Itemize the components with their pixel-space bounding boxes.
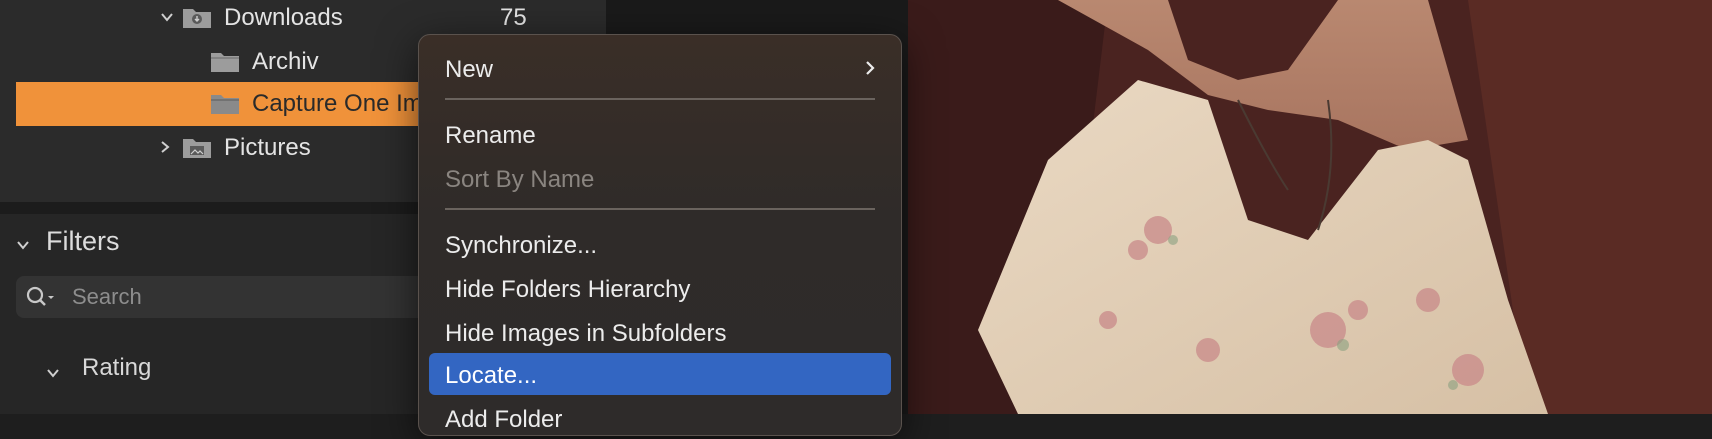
tree-item-label: Capture One Im	[252, 90, 423, 117]
menu-item-add-folder[interactable]: Add Folder	[429, 397, 891, 439]
chevron-right-icon	[866, 61, 875, 75]
search-icon[interactable]	[26, 286, 58, 308]
search-input[interactable]	[72, 276, 472, 318]
tree-item-label: Archiv	[252, 48, 319, 75]
context-menu: New Rename Sort By Name Synchronize... H…	[418, 34, 902, 436]
photo-image	[908, 0, 1712, 414]
menu-item-label: Locate...	[445, 362, 538, 389]
chevron-down-icon[interactable]	[16, 238, 30, 252]
folder-icon	[211, 53, 239, 72]
rating-filter-label[interactable]: Rating	[82, 354, 151, 382]
menu-item-locate[interactable]: Locate...	[429, 353, 891, 395]
filters-title[interactable]: Filters	[46, 226, 120, 257]
image-count: 75	[500, 4, 527, 31]
pictures-folder-icon	[183, 139, 211, 158]
menu-item-label: Add Folder	[445, 406, 563, 433]
chevron-right-icon[interactable]	[158, 140, 172, 154]
menu-item-label: New	[445, 56, 494, 83]
tree-item-label: Pictures	[224, 134, 311, 161]
menu-item-rename[interactable]: Rename	[429, 113, 891, 155]
menu-item-new[interactable]: New	[429, 47, 891, 89]
chevron-down-icon[interactable]	[160, 10, 174, 24]
menu-item-label: Hide Images in Subfolders	[445, 320, 727, 347]
menu-item-sort-by-name: Sort By Name	[429, 157, 891, 199]
image-preview[interactable]	[908, 0, 1712, 414]
menu-item-label: Synchronize...	[445, 232, 598, 259]
tree-item-label: Downloads	[224, 4, 343, 31]
downloads-folder-icon	[183, 9, 211, 28]
menu-item-hide-folders-hierarchy[interactable]: Hide Folders Hierarchy	[429, 267, 891, 309]
menu-item-label: Sort By Name	[445, 166, 595, 193]
folder-icon	[211, 95, 239, 114]
chevron-down-icon[interactable]	[46, 366, 60, 380]
menu-item-label: Hide Folders Hierarchy	[445, 276, 691, 303]
menu-item-hide-images-in-subfolders[interactable]: Hide Images in Subfolders	[429, 311, 891, 353]
menu-separator	[445, 208, 875, 210]
menu-item-synchronize[interactable]: Synchronize...	[429, 223, 891, 265]
menu-separator	[445, 98, 875, 100]
menu-item-label: Rename	[445, 122, 536, 149]
